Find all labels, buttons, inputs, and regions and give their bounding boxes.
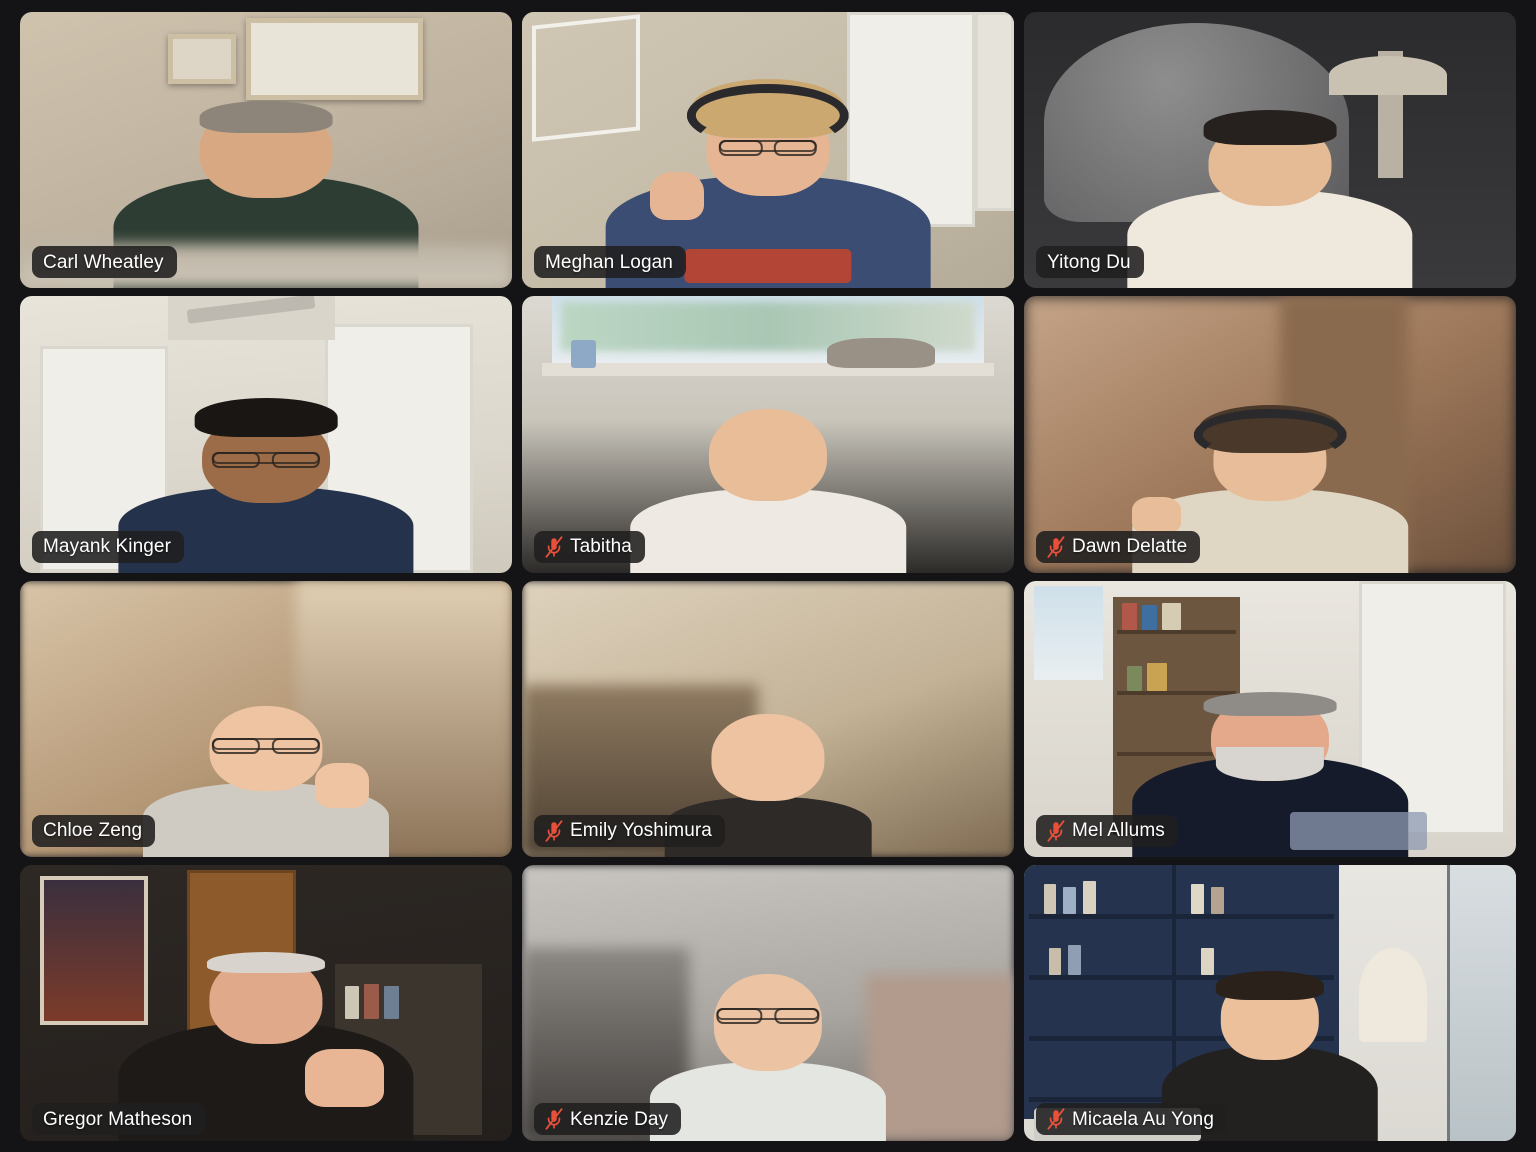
participant-video-grid: Carl Wheatley Meghan Logan Yitong Du May…: [20, 12, 1516, 1141]
participant-tile[interactable]: Yitong Du: [1024, 12, 1516, 289]
participant-name: Mel Allums: [1072, 820, 1165, 842]
video-feed: [1024, 864, 1516, 1141]
participant-tile[interactable]: Micaela Au Yong: [1024, 864, 1516, 1141]
microphone-muted-icon: [1047, 820, 1065, 842]
participant-name-badge: Carl Wheatley: [32, 246, 177, 279]
participant-name-badge: Tabitha: [534, 530, 645, 563]
participant-name-badge: Mel Allums: [1036, 814, 1178, 847]
video-feed: [20, 864, 512, 1141]
microphone-muted-icon: [545, 820, 563, 842]
participant-name: Gregor Matheson: [43, 1108, 193, 1130]
participant-name: Carl Wheatley: [43, 251, 164, 273]
participant-tile[interactable]: Chloe Zeng: [20, 580, 512, 857]
participant-name: Meghan Logan: [545, 251, 673, 273]
participant-tile-active-speaker[interactable]: Meghan Logan: [522, 12, 1014, 289]
participant-tile[interactable]: Carl Wheatley: [20, 12, 512, 289]
participant-name: Mayank Kinger: [43, 536, 172, 557]
participant-tile[interactable]: Mel Allums: [1024, 580, 1516, 857]
participant-tile[interactable]: Mayank Kinger: [20, 296, 512, 573]
microphone-muted-icon: [545, 535, 563, 558]
participant-tile[interactable]: Kenzie Day: [522, 864, 1014, 1141]
participant-name-badge: Gregor Matheson: [32, 1103, 206, 1135]
microphone-muted-icon: [1047, 535, 1065, 558]
participant-tile[interactable]: Dawn Delatte: [1024, 296, 1516, 573]
participant-name-badge: Mayank Kinger: [32, 530, 185, 563]
participant-name-badge: Meghan Logan: [534, 246, 686, 279]
participant-name-badge: Yitong Du: [1036, 246, 1144, 279]
participant-name-badge: Emily Yoshimura: [534, 814, 725, 847]
participant-tile[interactable]: Gregor Matheson: [20, 864, 512, 1141]
video-conference-window: Carl Wheatley Meghan Logan Yitong Du May…: [0, 0, 1536, 1152]
participant-name: Yitong Du: [1047, 251, 1131, 273]
participant-tile[interactable]: Tabitha: [522, 296, 1014, 573]
participant-name: Emily Yoshimura: [570, 820, 712, 842]
participant-name-badge: Kenzie Day: [534, 1103, 682, 1135]
microphone-muted-icon: [545, 1108, 563, 1130]
microphone-muted-icon: [1047, 1108, 1065, 1130]
participant-name-badge: Micaela Au Yong: [1036, 1103, 1228, 1135]
participant-name: Dawn Delatte: [1072, 536, 1188, 557]
participant-name: Kenzie Day: [570, 1108, 669, 1130]
participant-name-badge: Chloe Zeng: [32, 814, 156, 847]
participant-name-badge: Dawn Delatte: [1036, 530, 1201, 563]
participant-name: Micaela Au Yong: [1072, 1108, 1215, 1130]
participant-tile[interactable]: Emily Yoshimura: [522, 580, 1014, 857]
participant-name: Tabitha: [570, 536, 632, 557]
participant-name: Chloe Zeng: [43, 820, 143, 842]
video-feed: [522, 864, 1014, 1141]
